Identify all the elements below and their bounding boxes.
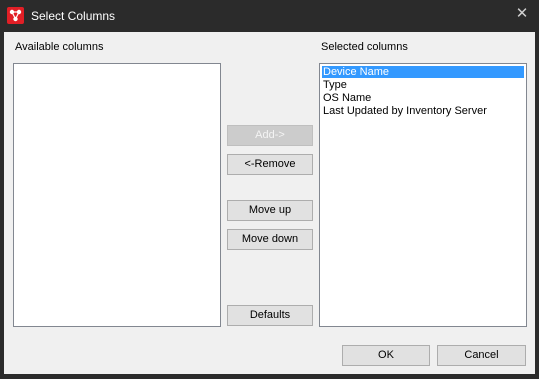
selected-columns-list[interactable]: Device Name Type OS Name Last Updated by… (319, 63, 527, 327)
list-item[interactable]: Type (322, 79, 347, 91)
selected-columns-label: Selected columns (321, 41, 408, 53)
defaults-button[interactable]: Defaults (227, 305, 313, 326)
remove-button[interactable]: <-Remove (227, 154, 313, 175)
dialog-body: Available columns Selected columns Devic… (4, 32, 535, 374)
list-item[interactable]: OS Name (322, 92, 371, 104)
add-button[interactable]: Add-> (227, 125, 313, 146)
select-columns-dialog: Select Columns ✕ Available columns Selec… (0, 0, 539, 379)
window-title: Select Columns (31, 9, 116, 23)
cancel-button[interactable]: Cancel (437, 345, 526, 366)
list-item[interactable]: Device Name (322, 66, 524, 78)
close-icon[interactable]: ✕ (511, 4, 533, 24)
move-down-button[interactable]: Move down (227, 229, 313, 250)
app-logo-icon (7, 7, 24, 24)
list-item[interactable]: Last Updated by Inventory Server (322, 105, 487, 117)
available-columns-list[interactable] (13, 63, 221, 327)
available-columns-label: Available columns (15, 41, 104, 53)
title-bar[interactable]: Select Columns ✕ (0, 0, 539, 32)
move-up-button[interactable]: Move up (227, 200, 313, 221)
ok-button[interactable]: OK (342, 345, 430, 366)
